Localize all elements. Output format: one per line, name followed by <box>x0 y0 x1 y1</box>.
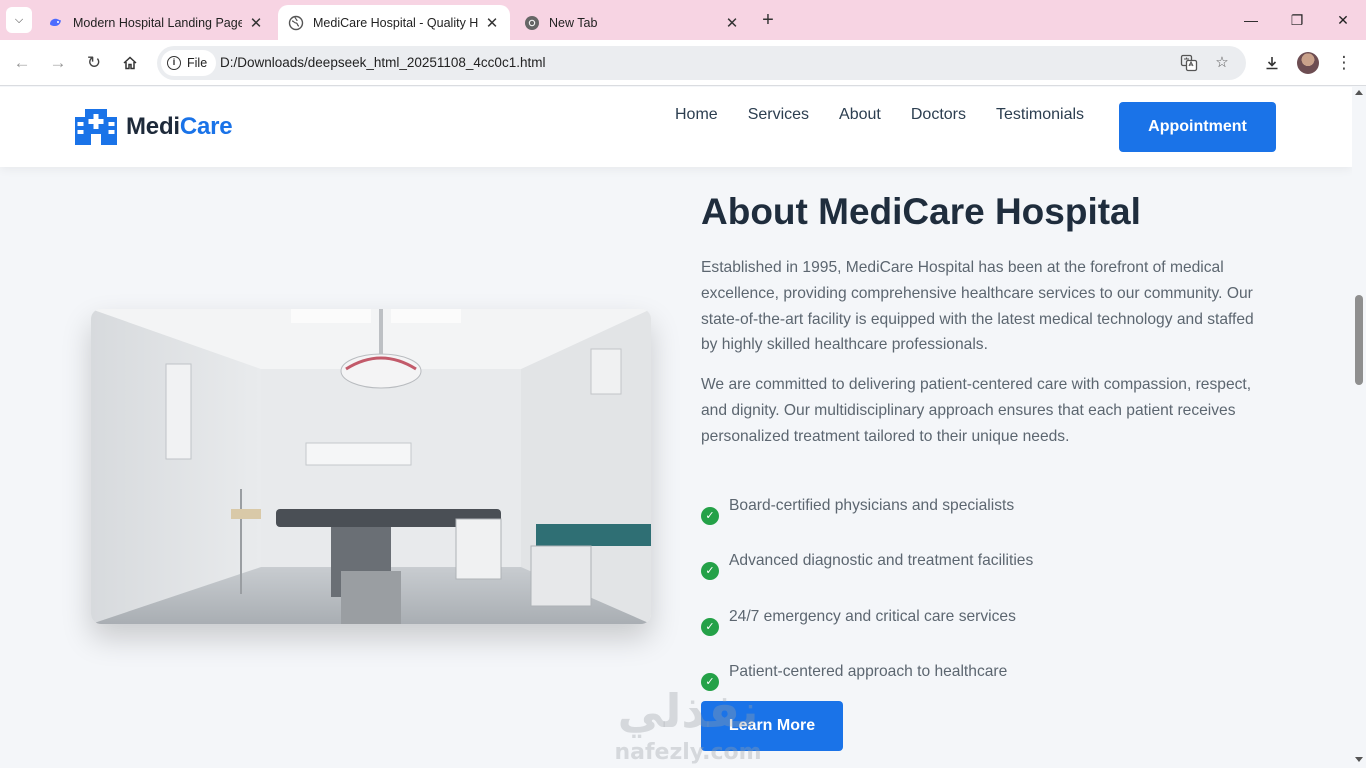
scroll-thumb[interactable] <box>1355 295 1363 385</box>
chevron-down-icon: ⌵ <box>14 13 24 26</box>
check-circle-icon: ✓ <box>701 562 719 581</box>
scroll-up-arrow-icon[interactable] <box>1355 90 1363 95</box>
nav-doctors[interactable]: Doctors <box>896 105 981 125</box>
scroll-down-arrow-icon[interactable] <box>1355 757 1363 762</box>
tab-search-button[interactable]: ⌵ <box>6 7 32 33</box>
tab-title: MediCare Hospital - Quality He <box>313 15 478 30</box>
about-paragraph-2: We are committed to delivering patient-c… <box>701 376 1252 445</box>
close-icon: ✕ <box>1337 12 1349 28</box>
list-item: ✓ Advanced diagnostic and treatment facil… <box>701 538 1033 594</box>
info-icon: i <box>167 56 181 70</box>
logo-text-part2: Care <box>179 113 233 140</box>
close-icon[interactable]: ✕ <box>724 14 740 32</box>
home-button[interactable] <box>118 51 142 75</box>
tab-modern-hospital[interactable]: Modern Hospital Landing Page ✕ <box>38 5 274 40</box>
reload-button[interactable]: ↻ <box>82 51 106 75</box>
close-icon[interactable]: ✕ <box>248 14 264 32</box>
forward-button[interactable]: → <box>46 51 70 75</box>
main-nav: Home Services About Doctors Testimonials <box>660 105 1099 125</box>
check-circle-icon: ✓ <box>701 673 719 692</box>
new-tab-button[interactable]: + <box>758 9 778 31</box>
minimize-button[interactable]: — <box>1239 8 1263 32</box>
site-info-chip[interactable]: i File <box>161 50 217 76</box>
list-item: ✓ Board-certified physicians and speciali… <box>701 482 1033 538</box>
more-vertical-icon: ⋮ <box>1335 53 1353 72</box>
minimize-icon: — <box>1244 12 1258 28</box>
nav-about[interactable]: About <box>824 105 896 125</box>
logo-text-part1: Medi <box>126 113 180 140</box>
site-logo[interactable]: MediCare <box>75 109 233 145</box>
downloads-button[interactable] <box>1260 51 1284 75</box>
check-circle-icon: ✓ <box>701 506 719 525</box>
download-icon <box>1264 56 1280 75</box>
address-bar[interactable]: i File D:/Downloads/deepseek_html_202511… <box>157 46 1246 80</box>
reload-icon: ↻ <box>86 53 102 72</box>
close-window-button[interactable]: ✕ <box>1331 8 1355 32</box>
site-header: MediCare Home Services About Doctors Tes… <box>0 87 1352 167</box>
feature-list: ✓ Board-certified physicians and speciali… <box>701 482 1033 704</box>
feature-text: 24/7 emergency and critical care service… <box>729 607 1016 625</box>
browser-toolbar: ← → ↻ i File D:/Downloads/deepseek_html_… <box>0 40 1366 86</box>
about-paragraph-1: Established in 1995, MediCare Hospital h… <box>701 259 1254 354</box>
page-viewport: MediCare Home Services About Doctors Tes… <box>0 87 1366 768</box>
check-circle-icon: ✓ <box>701 617 719 636</box>
feature-text: Patient-centered approach to healthcare <box>729 663 1008 681</box>
learn-more-button[interactable]: Learn More <box>701 701 843 751</box>
list-item: ✓ 24/7 emergency and critical care servic… <box>701 593 1033 649</box>
chrome-icon <box>524 15 540 31</box>
translate-icon[interactable] <box>1177 51 1201 75</box>
about-title: About MediCare Hospital <box>701 191 1141 232</box>
profile-avatar[interactable] <box>1297 52 1319 74</box>
tab-title: Modern Hospital Landing Page <box>73 15 242 30</box>
tab-title: New Tab <box>549 15 598 30</box>
nav-services[interactable]: Services <box>733 105 824 125</box>
globe-icon <box>288 15 304 31</box>
appointment-button[interactable]: Appointment <box>1119 102 1276 152</box>
home-icon <box>122 56 138 75</box>
back-button[interactable]: ← <box>10 51 34 75</box>
nav-home[interactable]: Home <box>660 105 733 125</box>
tab-medicare-hospital[interactable]: MediCare Hospital - Quality He ✕ <box>278 5 510 40</box>
restore-button[interactable]: ❐ <box>1285 8 1309 32</box>
bookmark-star-icon[interactable]: ☆ <box>1210 51 1234 75</box>
operating-room-image <box>91 309 651 624</box>
page-scrollbar[interactable] <box>1352 87 1366 768</box>
logo-text: MediCare <box>126 113 233 141</box>
restore-icon: ❐ <box>1290 12 1304 28</box>
arrow-right-icon: → <box>49 53 67 72</box>
feature-text: Advanced diagnostic and treatment facili… <box>729 552 1034 570</box>
chip-label: File <box>187 56 208 70</box>
tab-new-tab[interactable]: New Tab ✕ <box>514 5 750 40</box>
browser-menu-button[interactable]: ⋮ <box>1332 51 1356 75</box>
deepseek-icon <box>48 15 64 31</box>
hospital-icon <box>75 109 117 145</box>
list-item: ✓ Patient-centered approach to healthcare <box>701 649 1033 705</box>
url-text[interactable]: D:/Downloads/deepseek_html_20251108_4cc0… <box>220 46 545 80</box>
browser-tab-strip: ⌵ Modern Hospital Landing Page ✕ MediCar… <box>0 0 1366 40</box>
close-icon[interactable]: ✕ <box>484 14 500 32</box>
feature-text: Board-certified physicians and specialis… <box>729 496 1015 514</box>
plus-icon: + <box>762 9 774 31</box>
nav-testimonials[interactable]: Testimonials <box>981 105 1099 125</box>
arrow-left-icon: ← <box>13 53 31 72</box>
